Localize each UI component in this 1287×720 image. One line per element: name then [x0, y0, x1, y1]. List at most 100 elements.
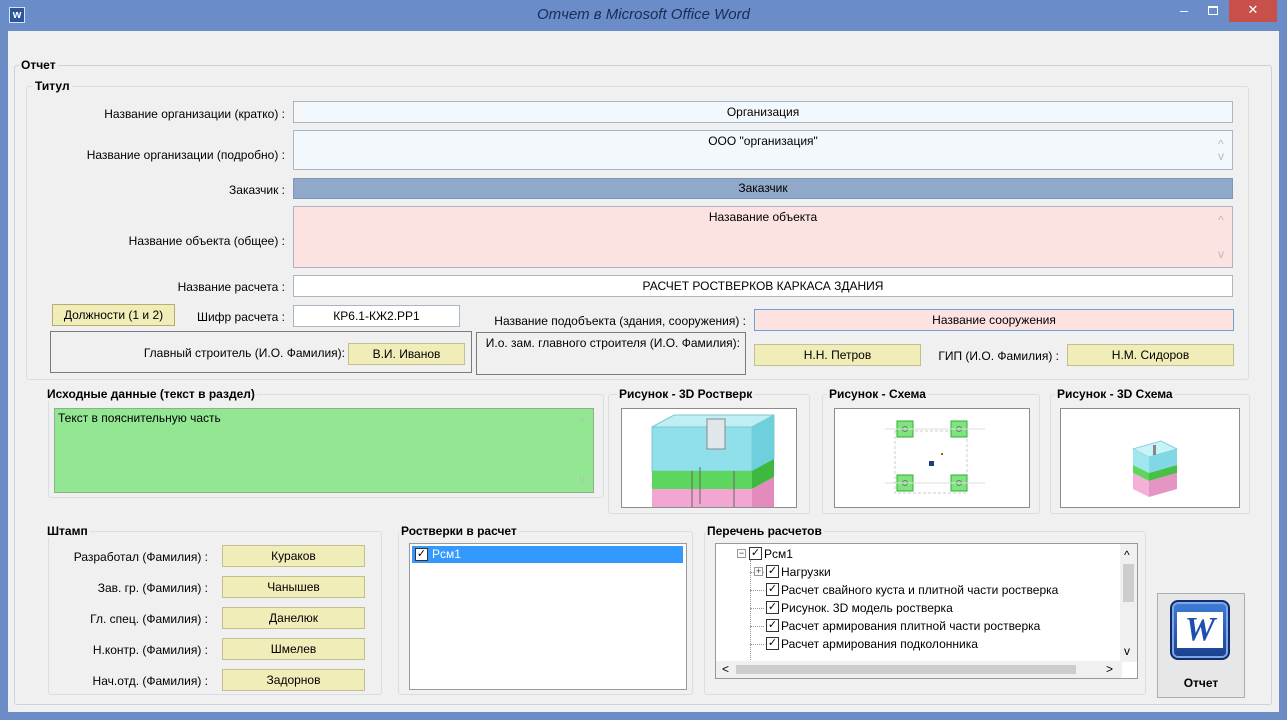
- customer-label: Заказчик :: [229, 183, 285, 197]
- org-full-label: Название организации (подробно) :: [86, 148, 285, 162]
- org-full-text: ООО "организация": [708, 134, 818, 148]
- pic-3d-scheme-legend: Рисунок - 3D Схема: [1055, 387, 1175, 401]
- tree-node[interactable]: ✓ Расчет свайного куста и плитной части …: [716, 581, 1126, 599]
- list-item[interactable]: ✓ Рсм1: [412, 546, 683, 563]
- list-item-checkbox[interactable]: ✓: [415, 548, 428, 561]
- subobject-field[interactable]: Название сооружения: [754, 309, 1234, 331]
- tree-node-checkbox[interactable]: ✓: [766, 619, 779, 632]
- app-window: w Отчет в Microsoft Office Word – ✕ Отче…: [0, 0, 1287, 720]
- source-text-area[interactable]: Текст в пояснительную часть ^ v: [54, 408, 594, 493]
- scroll-right-arrow-icon[interactable]: >: [1106, 662, 1113, 676]
- stamp-label-norm-control: Н.контр. (Фамилия) :: [92, 643, 208, 657]
- cipher-label: Шифр расчета :: [196, 310, 285, 324]
- chief-builder-label: Главный строитель (И.О. Фамилия):: [143, 346, 345, 360]
- scroll-up-arrow-icon[interactable]: ^: [1124, 548, 1130, 562]
- list-item-label: Рсм1: [432, 547, 461, 561]
- report-button[interactable]: W Отчет: [1157, 593, 1245, 698]
- stamp-label-chief-spec: Гл. спец. (Фамилия) :: [90, 612, 208, 626]
- tree-node-checkbox[interactable]: ✓: [766, 583, 779, 596]
- maximize-button[interactable]: [1199, 0, 1227, 22]
- tree-vscrollbar[interactable]: ^ v: [1120, 544, 1137, 662]
- calcs-group-legend: Перечень расчетов: [705, 524, 824, 538]
- client-area: Отчет Титул Название организации (кратко…: [8, 31, 1279, 712]
- positions-button[interactable]: Должности (1 и 2): [52, 304, 175, 326]
- scheme-image: [885, 420, 985, 494]
- tree-node-label: Нагрузки: [781, 565, 831, 579]
- scroll-thumb[interactable]: [1123, 564, 1134, 602]
- tree-node[interactable]: ✓ Рисунок. 3D модель ростверка: [716, 599, 1116, 617]
- close-button[interactable]: ✕: [1229, 0, 1277, 22]
- pic-3d-scheme[interactable]: [1060, 408, 1240, 508]
- word-icon: W: [1170, 600, 1230, 660]
- scroll-down-arrow-icon[interactable]: v: [1218, 247, 1224, 261]
- stamp-field-developer[interactable]: Кураков: [222, 545, 365, 567]
- pic-3d-grillage[interactable]: [621, 408, 797, 508]
- collapse-icon[interactable]: −: [737, 549, 746, 558]
- tree-node-checkbox[interactable]: ✓: [766, 637, 779, 650]
- deputy-label-text: И.о. зам. главного строителя (И.О. Фамил…: [485, 336, 740, 350]
- maximize-icon: [1208, 6, 1218, 15]
- grillages-group-legend: Ростверки в расчет: [399, 524, 519, 538]
- org-full-scrollbar[interactable]: ^ v: [1215, 131, 1232, 169]
- cipher-field[interactable]: КР6.1-КЖ2.РР1: [293, 305, 460, 327]
- tree-node[interactable]: − ✓ Рсм1: [716, 545, 1116, 563]
- tree-node[interactable]: + ✓ Нагрузки: [716, 563, 1116, 581]
- tree-node[interactable]: ✓ Расчет армирования подколонника: [716, 635, 1116, 653]
- object-scrollbar[interactable]: ^ v: [1215, 207, 1232, 267]
- calcs-tree[interactable]: − ✓ Рсм1 + ✓ Нагрузки ✓ Расчет свайного …: [715, 543, 1138, 679]
- word-w-glyph: W: [1177, 612, 1223, 648]
- scroll-thumb[interactable]: [736, 665, 1076, 674]
- tree-hscrollbar[interactable]: < >: [716, 661, 1122, 678]
- org-full-field[interactable]: ООО "организация" ^ v: [293, 130, 1233, 170]
- tree-node-label: Рсм1: [764, 547, 793, 561]
- stamp-field-chief-spec[interactable]: Данелюк: [222, 607, 365, 629]
- customer-field[interactable]: Заказчик: [293, 178, 1233, 199]
- scroll-up-arrow-icon[interactable]: ^: [579, 415, 585, 429]
- stamp-label-dept-head: Нач.отд. (Фамилия) :: [92, 674, 208, 688]
- scroll-left-arrow-icon[interactable]: <: [722, 662, 729, 676]
- tree-node[interactable]: ✓ Расчет армирования плитной части роств…: [716, 617, 1116, 635]
- object-field[interactable]: Назавание объекта ^ v: [293, 206, 1233, 268]
- source-group-legend: Исходные данные (текст в раздел): [45, 387, 257, 401]
- gip-field[interactable]: Н.М. Сидоров: [1067, 344, 1234, 366]
- deputy-label: И.о. зам. главного строителя (И.О. Фамил…: [482, 336, 740, 350]
- grillage-3d-image: [651, 414, 775, 507]
- deputy-field[interactable]: Н.Н. Петров: [754, 344, 921, 366]
- title-bar[interactable]: w Отчет в Microsoft Office Word – ✕: [0, 0, 1287, 30]
- stamp-field-group-head[interactable]: Чанышев: [222, 576, 365, 598]
- expand-icon[interactable]: +: [754, 567, 763, 576]
- org-short-field[interactable]: Организация: [293, 101, 1233, 123]
- scroll-down-arrow-icon[interactable]: v: [1124, 644, 1130, 658]
- tree-node-label: Расчет армирования подколонника: [781, 637, 978, 651]
- title-group-legend: Титул: [33, 79, 72, 93]
- calc-name-label: Название расчета :: [177, 280, 285, 294]
- chief-builder-field[interactable]: В.И. Иванов: [348, 343, 465, 365]
- scroll-down-arrow-icon[interactable]: v: [579, 472, 585, 486]
- scroll-down-arrow-icon[interactable]: v: [1218, 149, 1224, 163]
- tree-node-checkbox[interactable]: ✓: [749, 547, 762, 560]
- minimize-button[interactable]: –: [1170, 0, 1198, 22]
- tree-node-label: Расчет свайного куста и плитной части ро…: [781, 583, 1059, 597]
- stamp-group-legend: Штамп: [45, 524, 90, 538]
- window-title: Отчет в Microsoft Office Word: [537, 6, 750, 23]
- report-group-legend: Отчет: [19, 58, 58, 72]
- source-text-scrollbar[interactable]: ^ v: [576, 409, 593, 492]
- scheme-3d-image: [1131, 440, 1179, 497]
- pic-scheme-legend: Рисунок - Схема: [827, 387, 928, 401]
- object-label: Название объекта (общее) :: [128, 234, 285, 248]
- source-text: Текст в пояснительную часть: [58, 411, 221, 425]
- grillages-listbox[interactable]: ✓ Рсм1: [409, 543, 687, 690]
- tree-node-checkbox[interactable]: ✓: [766, 565, 779, 578]
- stamp-field-norm-control[interactable]: Шмелев: [222, 638, 365, 660]
- tree-node-checkbox[interactable]: ✓: [766, 601, 779, 614]
- stamp-field-dept-head[interactable]: Задорнов: [222, 669, 365, 691]
- calc-name-field[interactable]: РАСЧЕТ РОСТВЕРКОВ КАРКАСА ЗДАНИЯ: [293, 275, 1233, 297]
- gip-label: ГИП (И.О. Фамилия) :: [938, 349, 1059, 363]
- org-short-label: Название организации (кратко) :: [104, 107, 285, 121]
- stamp-label-developer: Разработал (Фамилия) :: [73, 550, 208, 564]
- pic-scheme[interactable]: [834, 408, 1030, 508]
- scroll-up-arrow-icon[interactable]: ^: [1218, 213, 1224, 227]
- report-button-label: Отчет: [1183, 676, 1219, 690]
- tree-node-label: Расчет армирования плитной части роствер…: [781, 619, 1041, 633]
- pic-3d-grillage-legend: Рисунок - 3D Ростверк: [617, 387, 755, 401]
